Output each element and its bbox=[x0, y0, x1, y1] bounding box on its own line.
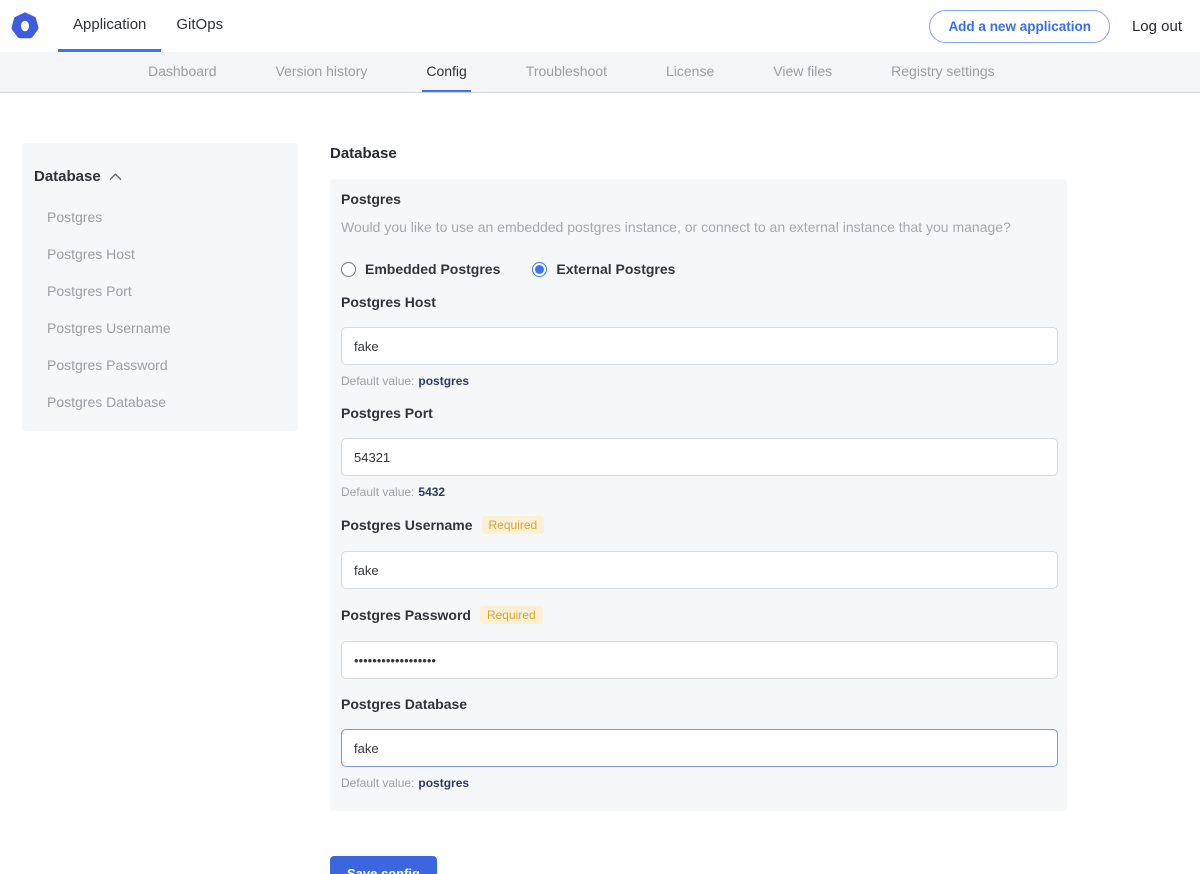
postgres-host-default: Default value:postgres bbox=[341, 374, 1056, 388]
field-postgres-password: Postgres Password Required bbox=[341, 606, 1056, 679]
subnav-license[interactable]: License bbox=[662, 52, 718, 92]
config-main: Database Postgres Would you like to use … bbox=[330, 145, 1067, 874]
save-config-button[interactable]: Save config bbox=[330, 856, 437, 874]
subnav-registry-settings[interactable]: Registry settings bbox=[887, 52, 998, 92]
app-logo-icon bbox=[10, 0, 40, 52]
required-badge: Required bbox=[482, 516, 545, 534]
subnav-version-history[interactable]: Version history bbox=[272, 52, 372, 92]
field-postgres-username: Postgres Username Required bbox=[341, 516, 1056, 589]
postgres-database-label: Postgres Database bbox=[341, 696, 467, 712]
field-postgres-port: Postgres Port Default value:5432 bbox=[341, 405, 1056, 499]
tab-gitops[interactable]: GitOps bbox=[161, 0, 238, 52]
postgres-group-label: Postgres bbox=[341, 191, 1056, 207]
sidebar-item-postgres[interactable]: Postgres bbox=[47, 209, 286, 225]
sidebar-item-postgres-username[interactable]: Postgres Username bbox=[47, 320, 286, 336]
config-sidebar: Database Postgres Postgres Host Postgres… bbox=[22, 143, 298, 431]
postgres-host-input[interactable] bbox=[341, 327, 1058, 365]
logout-button[interactable]: Log out bbox=[1132, 18, 1182, 35]
topbar-right: Add a new application Log out bbox=[929, 0, 1182, 52]
postgres-password-input[interactable] bbox=[341, 641, 1058, 679]
radio-embedded-postgres-label: Embedded Postgres bbox=[365, 261, 500, 277]
postgres-port-input[interactable] bbox=[341, 438, 1058, 476]
postgres-mode-radio-group: Embedded Postgres External Postgres bbox=[341, 261, 1056, 277]
radio-embedded-postgres-input[interactable] bbox=[341, 262, 356, 277]
field-postgres-host: Postgres Host Default value:postgres bbox=[341, 294, 1056, 388]
page-title: Database bbox=[330, 145, 1067, 162]
postgres-username-input[interactable] bbox=[341, 551, 1058, 589]
postgres-port-label: Postgres Port bbox=[341, 405, 433, 421]
subnav-troubleshoot[interactable]: Troubleshoot bbox=[522, 52, 611, 92]
sidebar-item-postgres-port[interactable]: Postgres Port bbox=[47, 283, 286, 299]
add-application-button[interactable]: Add a new application bbox=[929, 10, 1110, 43]
top-tabs: Application GitOps bbox=[58, 0, 238, 52]
radio-external-postgres[interactable]: External Postgres bbox=[532, 261, 675, 277]
subnav-config[interactable]: Config bbox=[422, 52, 470, 92]
postgres-host-label: Postgres Host bbox=[341, 294, 436, 310]
sidebar-items: Postgres Postgres Host Postgres Port Pos… bbox=[34, 209, 286, 410]
postgres-group-help: Would you like to use an embedded postgr… bbox=[341, 219, 1056, 235]
radio-embedded-postgres[interactable]: Embedded Postgres bbox=[341, 261, 500, 277]
postgres-database-default: Default value:postgres bbox=[341, 776, 1056, 790]
sidebar-item-postgres-host[interactable]: Postgres Host bbox=[47, 246, 286, 262]
field-postgres-database: Postgres Database Default value:postgres bbox=[341, 696, 1056, 790]
sidebar-item-postgres-database[interactable]: Postgres Database bbox=[47, 394, 286, 410]
config-group-card: Postgres Would you like to use an embedd… bbox=[330, 179, 1067, 811]
radio-external-postgres-label: External Postgres bbox=[556, 261, 675, 277]
tab-application[interactable]: Application bbox=[58, 0, 161, 52]
subnav-dashboard[interactable]: Dashboard bbox=[144, 52, 221, 92]
postgres-port-default: Default value:5432 bbox=[341, 485, 1056, 499]
sidebar-item-postgres-password[interactable]: Postgres Password bbox=[47, 357, 286, 373]
top-bar: Application GitOps Add a new application… bbox=[0, 0, 1200, 52]
app-subnav: Dashboard Version history Config Trouble… bbox=[0, 52, 1200, 93]
radio-external-postgres-input[interactable] bbox=[532, 262, 547, 277]
subnav-view-files[interactable]: View files bbox=[769, 52, 836, 92]
postgres-username-label: Postgres Username bbox=[341, 517, 473, 533]
chevron-up-icon bbox=[109, 168, 122, 185]
sidebar-group-database[interactable]: Database bbox=[34, 168, 286, 185]
sidebar-group-label: Database bbox=[34, 168, 101, 185]
required-badge: Required bbox=[480, 606, 543, 624]
postgres-password-label: Postgres Password bbox=[341, 607, 471, 623]
postgres-database-input[interactable] bbox=[341, 729, 1058, 767]
